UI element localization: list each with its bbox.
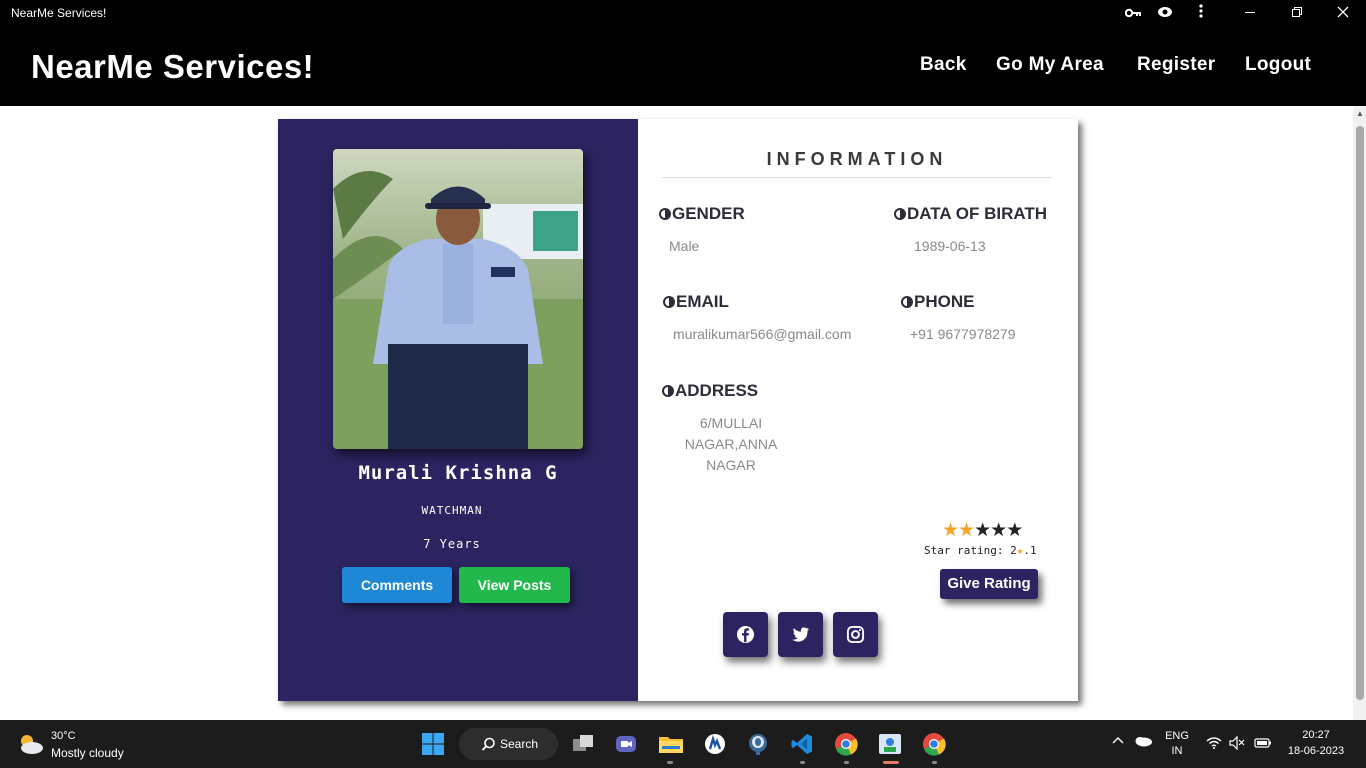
star-icon: ★: [974, 520, 991, 541]
nav-logout[interactable]: Logout: [1245, 54, 1311, 76]
email-value: muralikumar566@gmail.com: [673, 326, 852, 342]
onedrive-cloud-icon[interactable]: [1133, 735, 1153, 750]
weather-temperature[interactable]: 30°C: [51, 730, 76, 742]
task-view-icon[interactable]: [571, 732, 595, 756]
battery-icon[interactable]: [1254, 737, 1272, 752]
star-icon: ★: [942, 520, 959, 541]
scroll-up-arrow-icon[interactable]: ▲: [1356, 109, 1364, 119]
minimize-icon[interactable]: [1238, 3, 1262, 23]
half-circle-icon: [662, 385, 674, 397]
star-icon: ★: [1006, 520, 1023, 541]
os-taskbar: 30°C Mostly cloudy Search ENG IN 20:27 1…: [0, 720, 1366, 768]
nav-register[interactable]: Register: [1137, 54, 1215, 76]
phone-value: +91 9677978279: [910, 326, 1016, 342]
half-circle-icon: [663, 296, 675, 308]
profile-card: Murali Krishna G WATCHMAN 7 Years Commen…: [278, 119, 1078, 701]
instagram-icon: [846, 625, 865, 644]
search-label: Search: [500, 737, 539, 751]
address-value: 6/MULLAI NAGAR,ANNA NAGAR: [684, 415, 778, 473]
phone-label: PHONE: [901, 292, 974, 312]
windows-start-icon[interactable]: [421, 732, 445, 756]
active-indicator: [883, 761, 899, 764]
clock[interactable]: 20:27 18-06-2023: [1280, 729, 1352, 757]
volume-muted-icon[interactable]: [1229, 735, 1245, 753]
star-rating[interactable]: ★★★★★: [942, 519, 1023, 542]
star-rating-text: Star rating: 2★.1: [924, 544, 1037, 557]
gender-value: Male: [669, 238, 700, 254]
comments-button[interactable]: Comments: [342, 567, 452, 603]
email-label: EMAIL: [663, 292, 729, 312]
view-posts-button[interactable]: View Posts: [459, 567, 570, 603]
brand-title[interactable]: NearMe Services!: [31, 48, 314, 86]
restore-icon[interactable]: [1285, 3, 1309, 23]
info-heading: INFORMATION: [766, 149, 948, 169]
chrome-app-icon[interactable]: [878, 732, 902, 756]
active-indicator: [800, 761, 805, 764]
twitter-button[interactable]: [778, 612, 823, 657]
profile-photo: [333, 149, 583, 449]
chrome-profile-icon[interactable]: [922, 732, 946, 756]
more-options-icon[interactable]: [1189, 3, 1213, 23]
teams-chat-icon[interactable]: [614, 732, 638, 756]
gender-label: GENDER: [659, 204, 745, 224]
window-titlebar: NearMe Services!: [0, 0, 1366, 26]
star-icon: ★: [958, 520, 975, 541]
dob-value: 1989-06-13: [914, 238, 986, 254]
profile-sidebar: Murali Krishna G WATCHMAN 7 Years Commen…: [278, 119, 638, 701]
twitter-icon: [791, 627, 810, 642]
half-circle-icon: [894, 208, 906, 220]
profile-experience: 7 Years: [423, 537, 481, 551]
dob-label: DATA OF BIRATH: [894, 204, 1047, 224]
active-indicator: [844, 761, 849, 764]
scrollbar-thumb[interactable]: [1356, 126, 1364, 700]
app-header: NearMe Services! Back Go My Area Registe…: [0, 26, 1366, 106]
facebook-button[interactable]: [723, 612, 768, 657]
close-icon[interactable]: [1331, 3, 1355, 23]
active-indicator: [667, 761, 673, 764]
facebook-icon: [736, 625, 755, 644]
instagram-button[interactable]: [833, 612, 878, 657]
weather-description[interactable]: Mostly cloudy: [51, 746, 124, 760]
eye-icon[interactable]: [1153, 3, 1177, 23]
taskbar-search[interactable]: Search: [459, 728, 558, 760]
postgresql-icon[interactable]: [746, 732, 770, 756]
half-circle-icon: [659, 208, 671, 220]
language-indicator[interactable]: ENG IN: [1163, 730, 1191, 757]
file-explorer-icon[interactable]: [658, 732, 683, 756]
info-divider: [662, 177, 1052, 178]
weather-cloud-icon: [21, 735, 43, 754]
chrome-icon[interactable]: [834, 732, 858, 756]
nav-go-my-area[interactable]: Go My Area: [996, 54, 1104, 76]
key-icon[interactable]: [1121, 3, 1145, 23]
address-label: ADDRESS: [662, 381, 758, 401]
wifi-icon[interactable]: [1206, 737, 1222, 752]
half-circle-icon: [901, 296, 913, 308]
profile-occupation: WATCHMAN: [421, 504, 483, 517]
give-rating-button[interactable]: Give Rating: [940, 569, 1038, 599]
window-title: NearMe Services!: [11, 6, 107, 20]
chevron-up-icon[interactable]: [1112, 735, 1124, 748]
active-indicator: [932, 761, 937, 764]
vscode-icon[interactable]: [790, 732, 814, 756]
star-icon: ★: [990, 520, 1007, 541]
search-icon: [481, 737, 495, 751]
profile-name: Murali Krishna G: [358, 462, 558, 484]
app-icon-blue[interactable]: [703, 732, 727, 756]
nav-back[interactable]: Back: [920, 54, 967, 76]
